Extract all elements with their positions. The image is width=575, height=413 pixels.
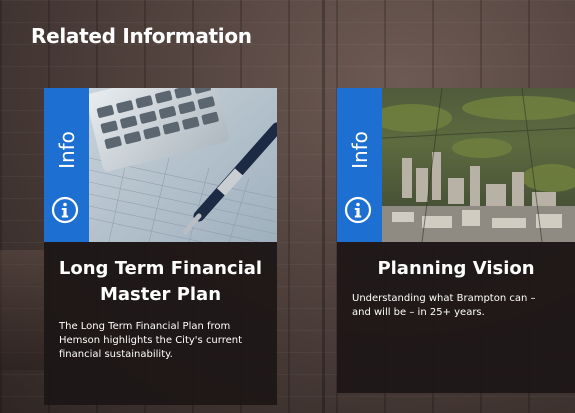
card-description: The Long Term Financial Plan from Hemson… — [59, 321, 243, 360]
info-badge-label: Info — [54, 131, 79, 169]
info-badge: Info — [337, 88, 382, 242]
info-card-financial-plan[interactable]: Info Long Term Financial Master Plan The… — [44, 88, 277, 405]
card-description: Understanding what Brampton can – and wi… — [352, 293, 536, 318]
calculator-image — [89, 88, 277, 242]
section-title: Related Information — [31, 24, 252, 48]
info-circle-icon — [344, 196, 372, 224]
card-image[interactable]: Info — [337, 88, 575, 242]
info-card-planning-vision[interactable]: Info Planning Vision Understanding what … — [337, 88, 575, 393]
info-circle-icon — [51, 196, 79, 224]
info-badge: Info — [44, 88, 89, 242]
card-title[interactable]: Long Term Financial Master Plan — [54, 256, 267, 308]
info-badge-label: Info — [347, 131, 372, 169]
card-title[interactable]: Planning Vision — [347, 256, 565, 282]
card-image[interactable]: Info — [44, 88, 277, 242]
aerial-city-image — [382, 88, 575, 242]
